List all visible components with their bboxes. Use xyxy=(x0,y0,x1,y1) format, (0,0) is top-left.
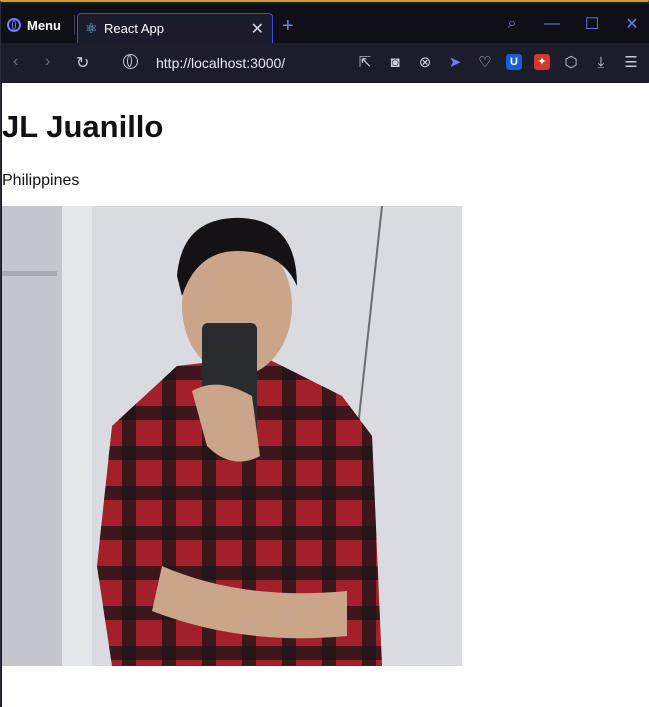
address-toolbar: ‹ › ↻ http://localhost:3000/ ⇱ ◙ ⊗ ➤ ♡ U… xyxy=(1,43,649,82)
camera-icon[interactable]: ◙ xyxy=(386,54,404,71)
tab-strip: Menu ⚛ React App ✕ + ⌕ — ☐ ✕ xyxy=(1,4,649,43)
settings-icon[interactable]: ☰ xyxy=(622,53,640,71)
page-content: JL Juanillo Philippines xyxy=(2,83,649,707)
shield-icon[interactable]: ⊗ xyxy=(416,53,434,71)
tab-divider xyxy=(74,15,75,35)
opera-menu-button[interactable]: Menu xyxy=(7,13,61,37)
tab-react-app[interactable]: ⚛ React App ✕ xyxy=(77,13,273,43)
heart-icon[interactable]: ♡ xyxy=(476,53,494,71)
close-window-icon[interactable]: ✕ xyxy=(624,14,640,34)
address-bar[interactable]: http://localhost:3000/ xyxy=(156,55,285,71)
tab-title: React App xyxy=(104,21,164,36)
box-icon[interactable]: ⬡ xyxy=(562,53,580,71)
back-icon[interactable]: ‹ xyxy=(13,53,18,71)
reload-icon[interactable]: ↻ xyxy=(76,53,89,73)
menu-label: Menu xyxy=(27,17,61,33)
profile-name: JL Juanillo xyxy=(2,109,164,144)
search-icon[interactable]: ⌕ xyxy=(504,15,520,33)
browser-window: Menu ⚛ React App ✕ + ⌕ — ☐ ✕ ‹ › ↻ http:… xyxy=(0,0,649,707)
close-icon[interactable]: ✕ xyxy=(251,19,264,39)
minimize-icon[interactable]: — xyxy=(544,15,560,33)
profile-country: Philippines xyxy=(2,172,80,189)
toolbar-actions: ⇱ ◙ ⊗ ➤ ♡ U ✦ ⬡ ⤓ ☰ xyxy=(356,53,640,72)
globe-icon xyxy=(123,54,138,69)
send-icon[interactable]: ➤ xyxy=(446,53,464,71)
window-controls: ⌕ — ☐ ✕ xyxy=(504,14,640,34)
opera-logo-icon xyxy=(7,18,21,32)
react-icon: ⚛ xyxy=(85,20,98,36)
download-icon[interactable]: ⤓ xyxy=(592,54,610,71)
extension-icon[interactable]: ✦ xyxy=(534,54,550,70)
maximize-icon[interactable]: ☐ xyxy=(584,14,600,34)
profile-photo xyxy=(2,206,462,666)
share-icon[interactable]: ⇱ xyxy=(356,53,374,71)
forward-icon[interactable]: › xyxy=(45,53,50,71)
plus-icon[interactable]: + xyxy=(282,16,294,36)
bitwarden-icon[interactable]: U xyxy=(506,54,522,70)
